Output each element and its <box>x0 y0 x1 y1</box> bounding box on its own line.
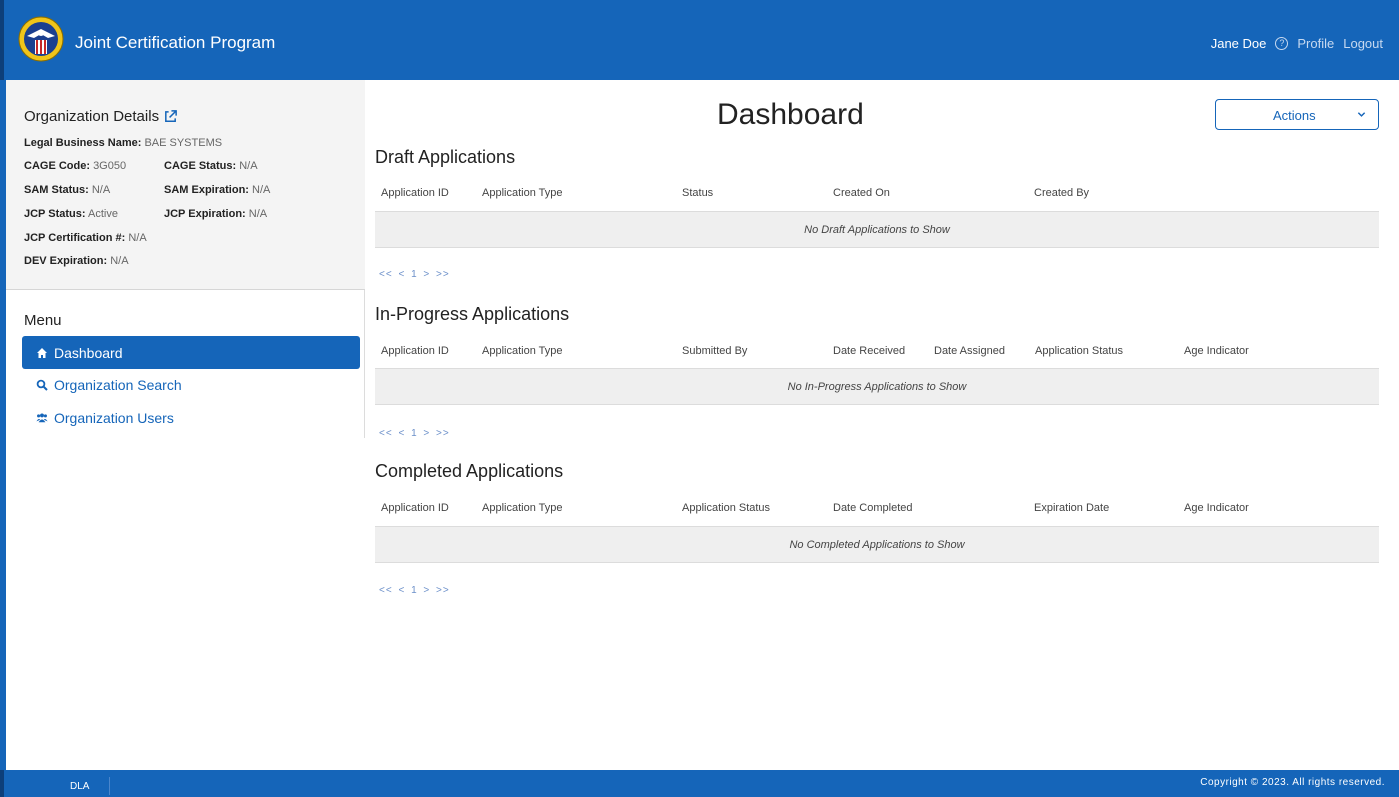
help-icon[interactable]: ? <box>1275 37 1289 50</box>
sam-status: SAM Status: N/A <box>24 184 111 196</box>
completed-col-application-type[interactable]: Application Type <box>482 502 563 514</box>
user-name: Jane Doe <box>1210 36 1267 51</box>
completed-col-age-indicator[interactable]: Age Indicator <box>1184 502 1249 514</box>
draft-col-created-by[interactable]: Created By <box>1034 187 1089 199</box>
inprogress-col-submitted-by[interactable]: Submitted By <box>682 345 747 357</box>
draft-pagination[interactable]: << < 1 > >> <box>379 269 450 280</box>
inprogress-col-application-id[interactable]: Application ID <box>381 345 449 357</box>
completed-pagination[interactable]: << < 1 > >> <box>379 585 450 596</box>
home-icon <box>37 347 47 358</box>
profile-link[interactable]: Profile <box>1297 36 1334 51</box>
completed-empty-row: No Completed Applications to Show <box>375 526 1379 563</box>
cage-code: CAGE Code: 3G050 <box>24 160 127 172</box>
dla-seal-logo[interactable] <box>18 16 64 62</box>
chevron-down-icon <box>1357 112 1366 117</box>
inprogress-empty-row: No In-Progress Applications to Show <box>375 368 1379 405</box>
inprogress-col-application-status[interactable]: Application Status <box>1035 345 1123 357</box>
external-link-icon[interactable] <box>163 109 178 124</box>
sidebar: Organization Details Legal Business Name… <box>6 80 365 438</box>
organization-details-panel: Organization Details Legal Business Name… <box>6 80 365 290</box>
inprogress-col-date-assigned[interactable]: Date Assigned <box>934 345 1005 357</box>
draft-col-status[interactable]: Status <box>682 187 713 199</box>
jcp-status: JCP Status: Active <box>24 208 118 220</box>
menu-item-organization-users[interactable]: Organization Users <box>22 401 360 434</box>
actions-label: Actions <box>1273 108 1316 123</box>
dev-expiration: DEV Expiration: N/A <box>24 255 129 267</box>
in-progress-applications-title: In-Progress Applications <box>375 304 570 324</box>
menu-item-organization-search-label: Organization Search <box>54 376 182 393</box>
draft-col-application-id[interactable]: Application ID <box>381 187 449 199</box>
menu-item-dashboard[interactable]: Dashboard <box>22 336 360 369</box>
inprogress-pagination[interactable]: << < 1 > >> <box>379 428 450 439</box>
draft-applications-title: Draft Applications <box>375 147 516 167</box>
jcp-expiration: JCP Expiration: N/A <box>164 208 268 220</box>
organization-details-title[interactable]: Organization Details <box>24 108 178 125</box>
logout-link[interactable]: Logout <box>1343 36 1383 51</box>
menu-item-dashboard-label: Dashboard <box>54 344 123 361</box>
completed-col-application-id[interactable]: Application ID <box>381 502 449 514</box>
user-nav: Jane Doe ? Profile Logout <box>1211 36 1383 51</box>
inprogress-col-application-type[interactable]: Application Type <box>482 345 563 357</box>
top-navbar: Joint Certification Program Jane Doe ? P… <box>0 0 1399 80</box>
menu-item-organization-search[interactable]: Organization Search <box>22 368 360 401</box>
menu-title: Menu <box>24 312 62 329</box>
organization-details-label: Organization Details <box>24 108 160 125</box>
draft-col-application-type[interactable]: Application Type <box>482 187 563 199</box>
draft-empty-row: No Draft Applications to Show <box>375 211 1379 248</box>
actions-dropdown-button[interactable]: Actions <box>1215 99 1379 130</box>
completed-col-application-status[interactable]: Application Status <box>682 502 770 514</box>
cage-status: CAGE Status: N/A <box>164 160 258 172</box>
completed-applications-title: Completed Applications <box>375 461 564 481</box>
users-icon <box>36 412 48 422</box>
legal-business-name: Legal Business Name: BAE SYSTEMS <box>24 137 223 149</box>
search-icon <box>36 379 48 391</box>
app-title[interactable]: Joint Certification Program <box>75 33 275 53</box>
draft-col-created-on[interactable]: Created On <box>833 187 890 199</box>
completed-col-date-completed[interactable]: Date Completed <box>833 502 913 514</box>
footer-copyright: Copyright © 2023. All rights reserved. <box>1200 777 1385 788</box>
completed-col-expiration-date[interactable]: Expiration Date <box>1034 502 1109 514</box>
menu-item-organization-users-label: Organization Users <box>54 409 174 426</box>
footer-dla-label: DLA <box>70 781 90 792</box>
footer: DLA Copyright © 2023. All rights reserve… <box>0 770 1399 797</box>
inprogress-col-age-indicator[interactable]: Age Indicator <box>1184 345 1249 357</box>
footer-divider <box>109 777 110 795</box>
sam-expiration: SAM Expiration: N/A <box>164 184 271 196</box>
page-title: Dashboard <box>717 98 864 131</box>
jcp-certification-number: JCP Certification #: N/A <box>24 232 147 244</box>
inprogress-col-date-received[interactable]: Date Received <box>833 345 905 357</box>
